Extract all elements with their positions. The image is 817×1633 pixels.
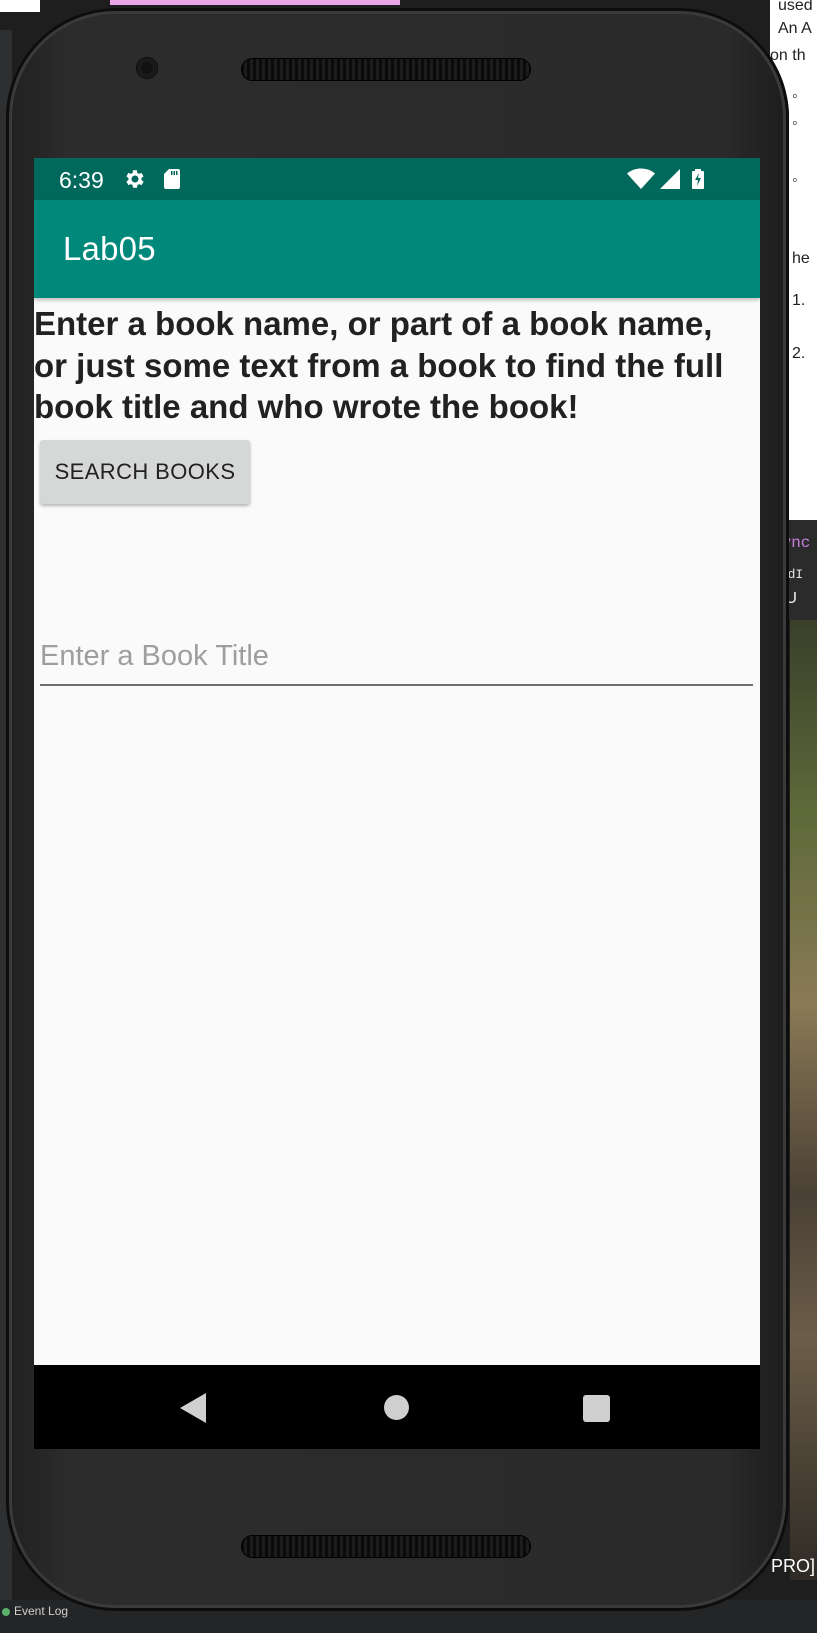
event-log-label: Event Log xyxy=(14,1604,69,1618)
background-doc-line: he xyxy=(792,250,810,267)
background-doc-line: 2. xyxy=(792,345,806,362)
wifi-icon xyxy=(627,168,655,189)
app-bar: Lab05 xyxy=(34,200,760,298)
background-doc-line: used xyxy=(778,0,813,14)
background-window-edge xyxy=(0,0,40,12)
back-icon[interactable] xyxy=(180,1393,206,1423)
event-log-icon xyxy=(2,1607,10,1616)
navigation-bar xyxy=(34,1365,760,1449)
event-log-tab[interactable]: Event Log xyxy=(2,1604,68,1618)
front-camera xyxy=(136,57,158,79)
settings-icon xyxy=(126,170,144,188)
background-text-pro: PRO] xyxy=(771,1556,816,1576)
background-highlight xyxy=(110,0,400,5)
background-doc-line: on th xyxy=(770,47,806,64)
sd-card-icon xyxy=(164,169,180,189)
background-doc-line: ◦ xyxy=(792,172,798,189)
emulator-screen: 6:39 Lab05 Enter a book name, or part of… xyxy=(34,158,760,1449)
bottom-speaker xyxy=(241,1535,531,1558)
background-doc-line: An A xyxy=(778,20,812,37)
instructions-text: Enter a book name, or part of a book nam… xyxy=(34,305,724,425)
book-title-input[interactable] xyxy=(40,628,753,686)
recents-icon[interactable] xyxy=(583,1395,610,1422)
app-title: Lab05 xyxy=(63,230,156,267)
signal-icon xyxy=(660,169,680,189)
search-books-button[interactable]: SEARCH BOOKS xyxy=(40,440,250,504)
status-time: 6:39 xyxy=(59,167,104,193)
battery-charging-icon xyxy=(692,169,704,189)
background-doc-line: ◦ xyxy=(792,88,798,105)
earpiece-speaker xyxy=(241,58,531,81)
home-icon[interactable] xyxy=(384,1395,409,1420)
status-bar: 6:39 xyxy=(34,158,760,200)
desktop: used An A on th ◦ ◦ ◦ he 1. 2. sync oadI… xyxy=(0,0,817,1633)
background-doc-line: ◦ xyxy=(792,115,798,132)
background-video xyxy=(790,620,817,1580)
background-doc-line: 1. xyxy=(792,292,806,309)
